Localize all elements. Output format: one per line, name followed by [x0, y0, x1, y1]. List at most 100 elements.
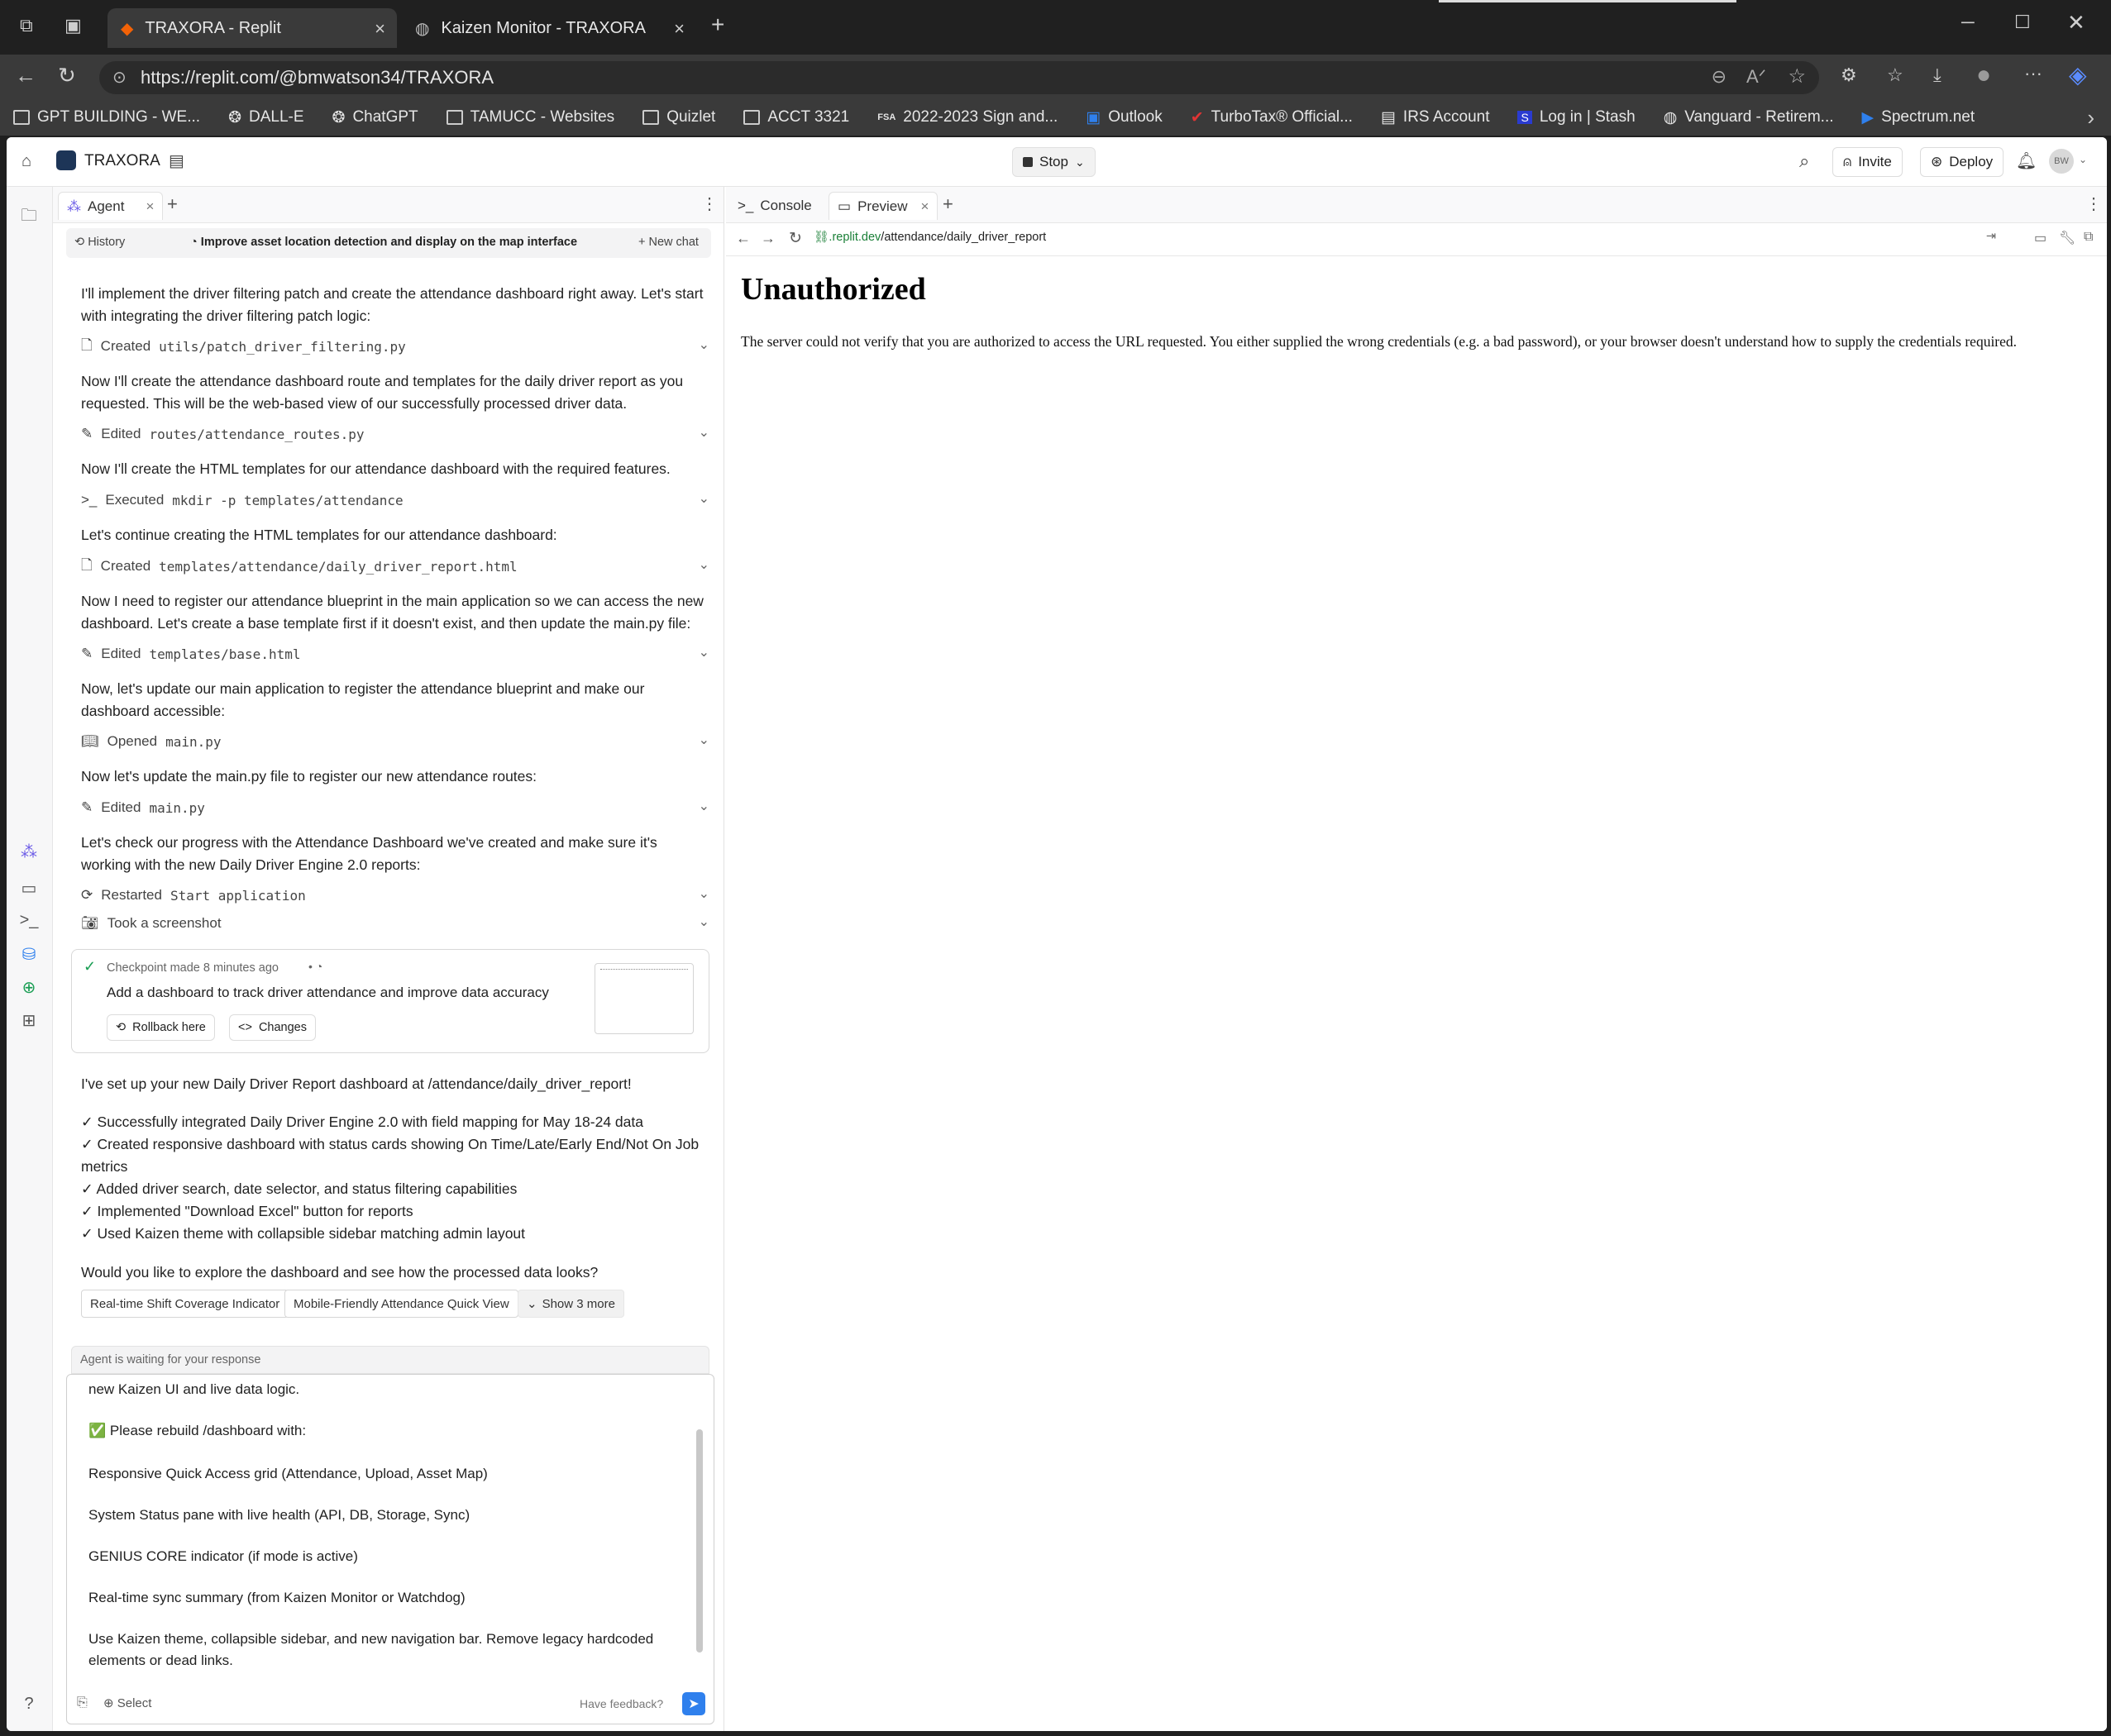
back-icon[interactable]: ← [736, 230, 751, 247]
project-name[interactable]: TRAXORA [84, 152, 160, 170]
close-tab-icon[interactable]: × [674, 18, 685, 40]
chevron-down-icon[interactable]: ⌄ [699, 798, 709, 814]
chevron-down-icon[interactable]: ⌄ [699, 732, 709, 748]
console-icon[interactable]: >_ [18, 911, 40, 932]
close-tab-icon[interactable]: × [921, 198, 929, 215]
chevron-down-icon[interactable]: ⌄ [699, 336, 709, 353]
action-row[interactable]: ✎ Edited main.py ⌄ [81, 795, 709, 820]
chat-input-box[interactable]: new Kaizen UI and live data logic. ✅ Ple… [66, 1374, 714, 1724]
chevron-down-icon[interactable]: ⌄ [699, 644, 709, 661]
copilot-icon[interactable]: ◈ [2069, 61, 2087, 88]
refresh-icon[interactable]: ↻ [789, 229, 802, 248]
forward-icon[interactable]: → [761, 230, 776, 247]
history-button[interactable]: ⟲ History [74, 236, 125, 249]
stop-button[interactable]: Stop ⌄ [1012, 147, 1096, 177]
new-chat-button[interactable]: + New chat [638, 236, 699, 249]
database-icon[interactable]: ⛁ [18, 944, 40, 966]
chevron-down-icon[interactable]: ⌄ [699, 556, 709, 573]
suggestion-chip[interactable]: Real-time Shift Coverage Indicator [81, 1290, 289, 1318]
favorite-star-icon[interactable]: ☆ [1788, 64, 1806, 88]
bookmark[interactable]: ▣ Outlook [1086, 108, 1162, 127]
close-tab-icon[interactable]: × [146, 198, 154, 215]
bookmark[interactable]: FSA 2022-2023 Sign and... [877, 108, 1058, 126]
device-toggle-icon[interactable]: ▭ [2034, 230, 2047, 246]
home-icon[interactable]: ⌂ [21, 152, 31, 171]
preview-address-field[interactable]: ⛓.replit.dev/attendance/daily_driver_rep… [814, 230, 1996, 251]
bookmark[interactable]: ❂ DALL-E [228, 108, 303, 127]
bookmark-folder[interactable]: ACCT 3321 [743, 108, 849, 126]
action-row[interactable]: >_ Executed mkdir -p templates/attendance ⌄ [81, 488, 709, 513]
tab-agent[interactable]: ⁂ Agent × [58, 192, 164, 220]
chevron-down-icon[interactable]: ⌄ [699, 490, 709, 507]
feedback-link[interactable]: Have feedback? [580, 1697, 663, 1710]
send-button[interactable]: ➤ [682, 1692, 705, 1715]
avatar[interactable]: BW [2049, 149, 2074, 174]
add-tab-icon[interactable]: + [167, 193, 178, 215]
agent-icon[interactable]: ⁂ [18, 842, 40, 863]
action-row[interactable]: 📖︎ Opened main.py ⌄ [81, 729, 709, 754]
add-tab-icon[interactable]: + [943, 193, 953, 215]
bookmark-folder[interactable]: GPT BUILDING - WE... [13, 108, 200, 126]
notifications-bell-icon[interactable]: 🔔︎ [2016, 150, 2037, 171]
select-button[interactable]: ⊕ Select [103, 1695, 151, 1710]
files-icon[interactable]: 🗀︎ [18, 203, 40, 225]
action-row[interactable]: ⟳ Restarted Start application ⌄ [81, 883, 709, 908]
pane-menu-icon[interactable]: ⋮ [2085, 193, 2102, 214]
open-route-icon[interactable]: ⇥ [1986, 230, 1996, 243]
input-scrollbar[interactable] [694, 1383, 705, 1672]
bookmark[interactable]: ✔ TurboTax® Official... [1191, 108, 1353, 127]
maximize-icon[interactable]: ☐ [2014, 12, 2031, 33]
workspace-layout-icon[interactable]: ▤ [169, 150, 184, 171]
bookmark-folder[interactable]: Quizlet [642, 108, 715, 126]
action-row[interactable]: ✎ Edited routes/attendance_routes.py ⌄ [81, 422, 709, 446]
pane-menu-icon[interactable]: ⋮ [701, 193, 718, 214]
bookmark[interactable]: ▤ IRS Account [1381, 108, 1490, 127]
action-row[interactable]: 📷︎ Took a screenshot ⌄ [81, 911, 709, 936]
close-tab-icon[interactable]: × [375, 18, 385, 40]
preview-icon[interactable]: ▭ [18, 878, 40, 899]
tab-console[interactable]: >_ Console [729, 192, 820, 220]
new-tab-icon[interactable]: + [711, 12, 724, 38]
bookmark[interactable]: S Log in | Stash [1517, 108, 1636, 126]
bookmark[interactable]: ❂ ChatGPT [332, 108, 418, 127]
tab-actions-icon[interactable]: ▣ [64, 15, 82, 36]
show-more-button[interactable]: ⌄ Show 3 more [518, 1290, 624, 1318]
chevron-down-icon[interactable]: ⌄ [2079, 154, 2087, 165]
back-icon[interactable]: ← [15, 63, 36, 88]
open-in-new-tab-icon[interactable]: ⧉ [2084, 230, 2093, 245]
chevron-down-icon[interactable]: ⌄ [699, 424, 709, 441]
workspaces-icon[interactable]: ⧉ [20, 15, 33, 36]
read-aloud-icon[interactable]: Aᐟ [1746, 66, 1766, 88]
chevron-down-icon[interactable]: ⌄ [699, 913, 709, 930]
bookmark-folder[interactable]: TAMUCC - Websites [446, 108, 614, 126]
favorites-icon[interactable]: ☆ [1887, 64, 1903, 86]
attach-icon[interactable]: ⎘ [77, 1695, 88, 1710]
site-info-icon[interactable]: ⊙ [112, 67, 127, 88]
bookmark[interactable]: ▶ Spectrum.net [1862, 108, 1975, 127]
tab-preview[interactable]: ▭ Preview × [829, 192, 938, 220]
all-tools-icon[interactable]: ⊞ [18, 1010, 40, 1032]
zoom-icon[interactable]: ⊖ [1712, 66, 1727, 88]
action-row[interactable]: 🗋︎ Created templates/attendance/daily_driv… [81, 554, 709, 579]
rollback-button[interactable]: ⟲ Rollback here [107, 1014, 215, 1041]
deploy-button[interactable]: ⊛ Deploy [1920, 147, 2004, 177]
close-window-icon[interactable]: ✕ [2067, 10, 2085, 36]
checkpoint-screenshot-thumbnail[interactable] [595, 963, 694, 1034]
tab-traxora-replit[interactable]: ◆ TRAXORA - Replit × [107, 8, 397, 48]
devtools-wrench-icon[interactable]: 🔧︎ [2059, 230, 2075, 246]
downloads-icon[interactable]: ⤓ [1933, 64, 1941, 86]
help-icon[interactable]: ? [18, 1695, 40, 1716]
minimize-icon[interactable]: ─ [1961, 12, 1975, 33]
deployments-icon[interactable]: ⊕ [18, 977, 40, 999]
tab-kaizen-monitor[interactable]: ◍ Kaizen Monitor - TRAXORA × [402, 8, 696, 48]
more-bookmarks-icon[interactable]: › [2087, 105, 2094, 131]
checkpoint-info-icon[interactable]: • ◔ [308, 960, 322, 973]
search-icon[interactable]: ⌕ [1799, 150, 1809, 172]
refresh-icon[interactable]: ↻ [58, 63, 76, 88]
more-menu-icon[interactable]: ··· [2024, 63, 2042, 84]
suggestion-chip[interactable]: Mobile-Friendly Attendance Quick View [284, 1290, 518, 1318]
invite-button[interactable]: ⍝ Invite [1832, 147, 1903, 177]
extensions-icon[interactable]: ⚙ [1841, 64, 1857, 86]
bookmark[interactable]: ◍ Vanguard - Retirem... [1664, 108, 1834, 127]
changes-button[interactable]: <> Changes [229, 1014, 316, 1041]
